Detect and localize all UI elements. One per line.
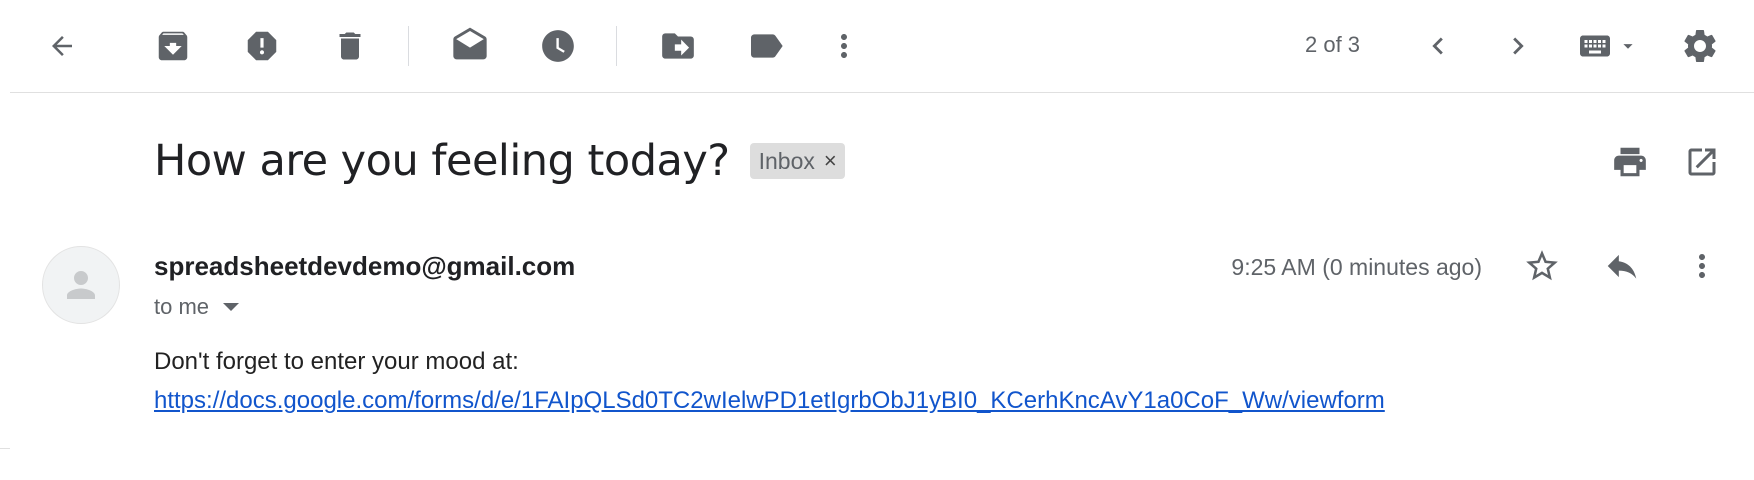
archive-icon — [158, 31, 188, 61]
toolbar: 2 of 3 — [10, 0, 1754, 93]
move-to-icon — [662, 33, 694, 59]
pager-count: 2 of 3 — [1305, 32, 1361, 57]
label-chip-text: Inbox — [758, 147, 815, 174]
star-button[interactable] — [1518, 242, 1566, 290]
delete-icon — [339, 32, 361, 60]
input-tools-button[interactable] — [1568, 22, 1648, 70]
recipient-details[interactable]: to me — [154, 294, 240, 320]
more-options-button[interactable] — [820, 22, 868, 70]
print-icon — [1614, 147, 1646, 177]
delete-button[interactable] — [326, 22, 374, 70]
message-timestamp: 9:25 AM (0 minutes ago) — [1231, 254, 1482, 280]
chevron-down-icon — [1623, 44, 1633, 49]
email-subject: How are you feeling today? — [154, 136, 730, 186]
message-divider — [0, 448, 10, 449]
snooze-icon — [542, 30, 574, 62]
message-more-button[interactable] — [1678, 242, 1726, 290]
sender-email[interactable]: spreadsheetdevdemo@gmail.com — [154, 251, 575, 282]
remove-label-button[interactable]: × — [824, 150, 837, 172]
message-body-text: Don't forget to enter your mood at: — [154, 348, 519, 375]
move-to-button[interactable] — [654, 22, 702, 70]
subject-row: How are you feeling today? Inbox × — [154, 136, 845, 186]
open-new-window-button[interactable] — [1678, 138, 1726, 186]
newer-button[interactable] — [1414, 22, 1462, 70]
open-in-new-icon — [1688, 148, 1716, 176]
print-all-button[interactable] — [1606, 138, 1654, 186]
form-link[interactable]: https://docs.google.com/forms/d/e/1FAIpQ… — [154, 387, 1385, 415]
chevron-left-icon — [1432, 37, 1443, 55]
avatar[interactable] — [42, 246, 120, 324]
older-button[interactable] — [1494, 22, 1542, 70]
label-icon — [751, 34, 783, 58]
reply-icon — [1607, 254, 1637, 279]
mark-unread-icon — [453, 27, 487, 60]
report-spam-icon — [247, 31, 277, 61]
recipient-text: to me — [154, 294, 210, 319]
star-outline-icon — [1526, 250, 1558, 281]
toolbar-divider — [408, 26, 409, 66]
report-spam-button[interactable] — [238, 22, 286, 70]
snooze-button[interactable] — [534, 22, 582, 70]
mark-unread-button[interactable] — [446, 22, 494, 70]
toolbar-divider — [616, 26, 617, 66]
label-button[interactable] — [742, 22, 790, 70]
archive-button[interactable] — [149, 22, 197, 70]
chevron-down-icon[interactable] — [223, 303, 240, 311]
arrow-back-icon — [52, 36, 72, 56]
gear-icon — [1684, 30, 1716, 62]
person-icon — [67, 271, 95, 299]
chevron-right-icon — [1513, 37, 1524, 55]
back-button[interactable] — [38, 22, 86, 70]
more-vert-icon — [841, 34, 847, 58]
keyboard-icon — [1580, 35, 1610, 57]
more-vert-icon — [1699, 254, 1705, 278]
settings-button[interactable] — [1676, 22, 1724, 70]
reply-button[interactable] — [1598, 242, 1646, 290]
label-chip-inbox[interactable]: Inbox × — [749, 143, 845, 179]
